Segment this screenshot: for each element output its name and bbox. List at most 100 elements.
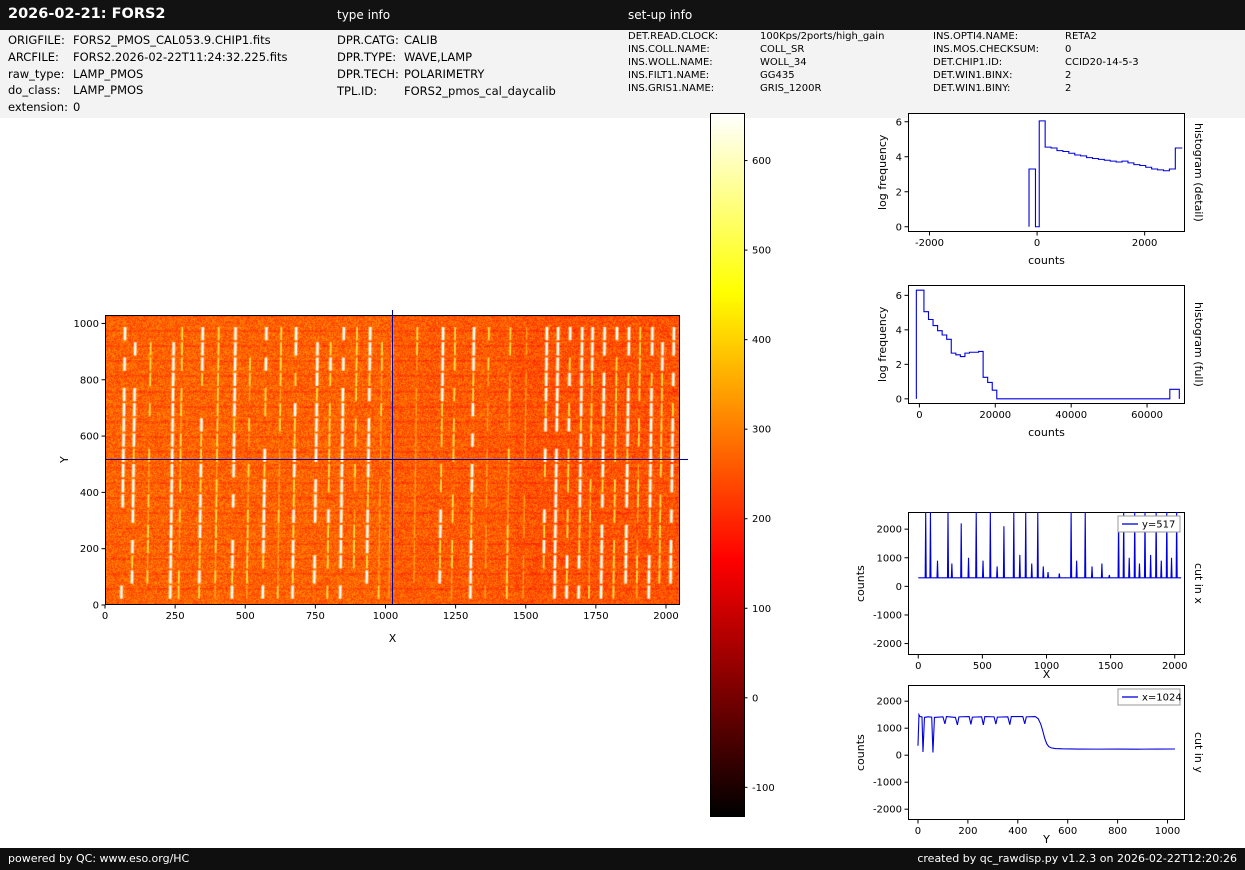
svg-text:40000: 40000 bbox=[1055, 410, 1087, 421]
svg-text:y=517: y=517 bbox=[1142, 520, 1175, 531]
type-info-row: DPR.TECH:POLARIMETRY bbox=[337, 66, 556, 83]
field-label: DET.CHIP1.ID: bbox=[933, 56, 1065, 69]
cut in x-svg: 0500100015002000-2000-1000010002000y=517 bbox=[908, 512, 1185, 655]
histogram (detail)-svg: -2000020000246 bbox=[908, 113, 1185, 232]
file-info-row: do_class:LAMP_PMOS bbox=[8, 82, 287, 99]
svg-text:400: 400 bbox=[80, 488, 99, 499]
setup-info-row: INS.GRIS1.NAME:GRIS_1200R bbox=[628, 82, 884, 95]
field-label: DPR.CATG: bbox=[337, 32, 404, 49]
svg-text:500: 500 bbox=[752, 246, 771, 257]
cut in y-svg: 02004006008001000-2000-1000010002000x=10… bbox=[908, 685, 1185, 820]
setup-info-block-1: DET.READ.CLOCK:100Kps/2ports/high_gain I… bbox=[628, 30, 884, 95]
setup-info-heading: set-up info bbox=[628, 8, 692, 22]
svg-text:0: 0 bbox=[896, 582, 902, 593]
svg-text:6: 6 bbox=[896, 291, 902, 302]
footer-bar: powered by QC: www.eso.org/HC created by… bbox=[0, 848, 1245, 870]
field-label: do_class: bbox=[8, 82, 73, 99]
setup-info-row: INS.WOLL.NAME:WOLL_34 bbox=[628, 56, 884, 69]
legend bbox=[1118, 689, 1180, 705]
series-line bbox=[1029, 121, 1182, 227]
setup-info-row: INS.OPTI4.NAME:RETA2 bbox=[933, 30, 1139, 43]
svg-text:-2000: -2000 bbox=[915, 238, 944, 249]
field-value: RETA2 bbox=[1065, 31, 1097, 42]
svg-text:0: 0 bbox=[896, 222, 902, 233]
svg-text:-100: -100 bbox=[752, 783, 775, 794]
svg-text:6: 6 bbox=[896, 117, 902, 128]
svg-text:600: 600 bbox=[752, 156, 771, 167]
field-label: ORIGFILE: bbox=[8, 32, 73, 49]
svg-text:2000: 2000 bbox=[877, 525, 902, 536]
page-title: 2026-02-21: FORS2 bbox=[8, 6, 166, 22]
series-line bbox=[916, 290, 1179, 399]
field-label: INS.GRIS1.NAME: bbox=[628, 82, 760, 95]
field-value: 2 bbox=[1065, 83, 1071, 94]
cut-in-x-y-label: counts bbox=[854, 512, 868, 655]
svg-text:2: 2 bbox=[896, 360, 902, 371]
svg-text:2: 2 bbox=[896, 187, 902, 198]
field-label: ARCFILE: bbox=[8, 49, 73, 66]
legend bbox=[1118, 516, 1180, 532]
setup-info-block-2: INS.OPTI4.NAME:RETA2 INS.MOS.CHECKSUM:0 … bbox=[933, 30, 1139, 95]
field-label: DPR.TECH: bbox=[337, 66, 404, 83]
file-info-row: raw_type:LAMP_PMOS bbox=[8, 66, 287, 83]
svg-text:1750: 1750 bbox=[583, 611, 608, 622]
field-label: raw_type: bbox=[8, 66, 73, 83]
field-value: WOLL_34 bbox=[760, 57, 807, 68]
setup-info-row: DET.READ.CLOCK:100Kps/2ports/high_gain bbox=[628, 30, 884, 43]
field-value: 0 bbox=[1065, 44, 1071, 55]
histogram (full)-svg: 02000040000600000246 bbox=[908, 285, 1185, 404]
svg-text:500: 500 bbox=[236, 611, 255, 622]
field-value: GG435 bbox=[760, 70, 795, 81]
field-value: FORS2_PMOS_CAL053.9.CHIP1.fits bbox=[73, 33, 271, 47]
type-info-block: DPR.CATG:CALIB DPR.TYPE:WAVE,LAMP DPR.TE… bbox=[337, 32, 556, 100]
field-label: INS.OPTI4.NAME: bbox=[933, 30, 1065, 43]
field-value: FORS2.2026-02-22T11:24:32.225.fits bbox=[73, 50, 287, 64]
svg-text:2000: 2000 bbox=[1132, 238, 1157, 249]
raw-image-plot: 0250500750100012501500175020000200400600… bbox=[105, 315, 680, 605]
svg-text:x=1024: x=1024 bbox=[1142, 693, 1182, 704]
histogram-detail-plot: -2000020000246 bbox=[908, 113, 1185, 232]
header-bar: 2026-02-21: FORS2 type info set-up info bbox=[0, 0, 1245, 30]
colorbar: 6005004003002001000-100 bbox=[710, 113, 745, 817]
svg-text:0: 0 bbox=[896, 394, 902, 405]
cut-in-y-y-label: counts bbox=[854, 685, 868, 820]
field-label: INS.MOS.CHECKSUM: bbox=[933, 43, 1065, 56]
svg-text:1000: 1000 bbox=[877, 553, 902, 564]
svg-text:2000: 2000 bbox=[877, 697, 902, 708]
svg-text:750: 750 bbox=[306, 611, 325, 622]
histogram-detail-title: histogram (detail) bbox=[1191, 113, 1205, 232]
histogram-full-x-label: counts bbox=[908, 426, 1185, 439]
svg-text:2000: 2000 bbox=[653, 611, 678, 622]
svg-text:1250: 1250 bbox=[443, 611, 468, 622]
field-label: INS.COLL.NAME: bbox=[628, 43, 760, 56]
cut-in-x-x-label: X bbox=[908, 668, 1185, 681]
field-value: GRIS_1200R bbox=[760, 83, 821, 94]
svg-text:200: 200 bbox=[80, 544, 99, 555]
svg-text:0: 0 bbox=[1034, 238, 1040, 249]
main-x-axis-label: X bbox=[105, 632, 680, 645]
series-line bbox=[918, 715, 1175, 753]
svg-text:1500: 1500 bbox=[513, 611, 538, 622]
svg-text:300: 300 bbox=[752, 425, 771, 436]
field-value: WAVE,LAMP bbox=[404, 50, 472, 64]
file-info-block: ORIGFILE:FORS2_PMOS_CAL053.9.CHIP1.fits … bbox=[8, 32, 287, 116]
file-info-row: ARCFILE:FORS2.2026-02-22T11:24:32.225.fi… bbox=[8, 49, 287, 66]
colorbar-ticks-svg: 6005004003002001000-100 bbox=[711, 114, 744, 816]
svg-text:400: 400 bbox=[752, 335, 771, 346]
field-value: 100Kps/2ports/high_gain bbox=[760, 31, 884, 42]
field-value: 0 bbox=[73, 100, 80, 114]
svg-text:-1000: -1000 bbox=[873, 778, 902, 789]
cut-in-x-plot: 0500100015002000-2000-1000010002000y=517 bbox=[908, 512, 1185, 655]
field-label: DPR.TYPE: bbox=[337, 49, 404, 66]
field-label: DET.WIN1.BINX: bbox=[933, 69, 1065, 82]
svg-text:-2000: -2000 bbox=[873, 805, 902, 816]
svg-text:20000: 20000 bbox=[979, 410, 1011, 421]
file-info-row: extension:0 bbox=[8, 99, 287, 116]
field-label: INS.WOLL.NAME: bbox=[628, 56, 760, 69]
svg-text:0: 0 bbox=[93, 601, 99, 612]
setup-info-row: DET.WIN1.BINY:2 bbox=[933, 82, 1139, 95]
svg-text:-1000: -1000 bbox=[873, 610, 902, 621]
histogram-full-y-label: log frequency bbox=[876, 285, 890, 404]
setup-info-row: INS.COLL.NAME:COLL_SR bbox=[628, 43, 884, 56]
svg-text:600: 600 bbox=[80, 432, 99, 443]
